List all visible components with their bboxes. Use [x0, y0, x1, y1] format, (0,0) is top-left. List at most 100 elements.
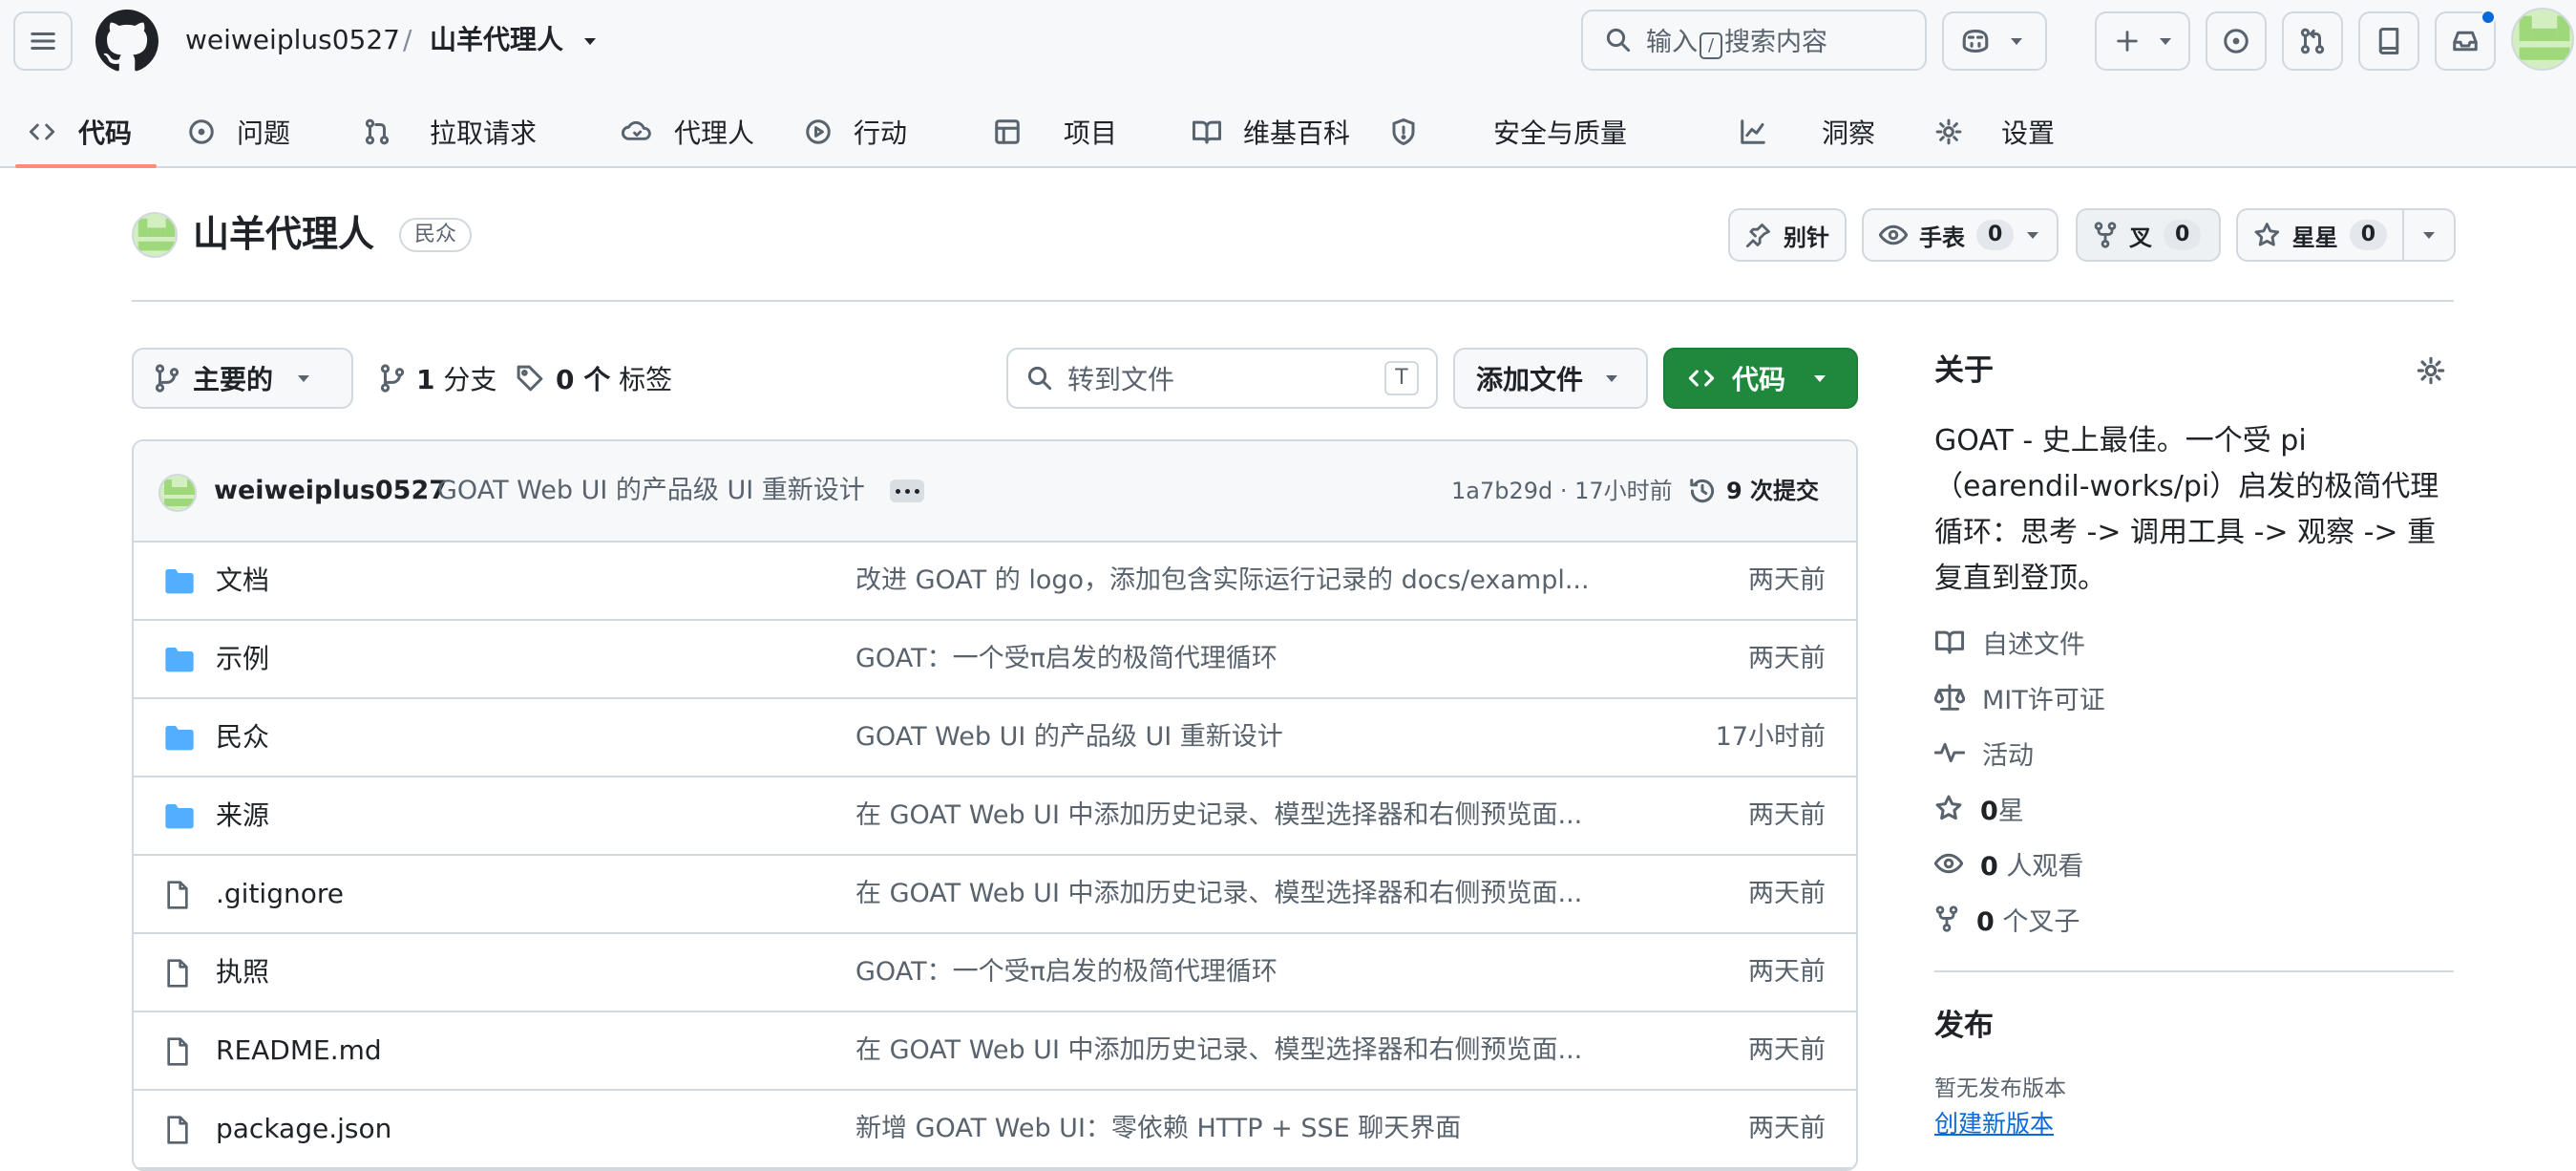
- pin-button[interactable]: 别针: [1728, 208, 1847, 262]
- file-commit-message[interactable]: 新增 GOAT Web UI：零依赖 HTTP + SSE 聊天界面: [855, 1110, 1461, 1148]
- file-name[interactable]: 文档: [216, 562, 269, 600]
- file-icon: [167, 1116, 188, 1144]
- readme-link[interactable]: 自述文件: [1934, 623, 2085, 661]
- tab-security[interactable]: 安全与质量: [1390, 96, 1627, 168]
- goto-file-placeholder: 转到文件: [1067, 364, 1175, 395]
- issues-button[interactable]: [2206, 11, 2267, 71]
- branches-link[interactable]: 1 分支: [380, 348, 496, 409]
- commit-hash-time[interactable]: 1a7b29d · 17小时前: [1451, 472, 1673, 510]
- file-row[interactable]: 民众 GOAT Web UI 的产品级 UI 重新设计 17小时前: [134, 699, 1856, 777]
- copilot-caret-icon: [2011, 38, 2022, 45]
- file-row[interactable]: .gitignore 在 GOAT Web UI 中添加历史记录、模型选择器和右…: [134, 856, 1856, 934]
- tab-agents[interactable]: 代理人: [621, 96, 754, 168]
- identicon-icon: [164, 479, 195, 506]
- file-commit-date: 两天前: [1748, 1035, 1826, 1065]
- code-icon: [1688, 370, 1715, 387]
- git-branch-icon: [380, 364, 405, 393]
- branch-selector[interactable]: 主要的: [132, 348, 353, 409]
- watchers-link[interactable]: 0 人观看: [1934, 844, 2083, 883]
- star-icon: [2254, 223, 2280, 246]
- file-commit-message[interactable]: GOAT Web UI 的产品级 UI 重新设计: [855, 718, 1283, 756]
- identicon-icon: [2519, 15, 2570, 60]
- add-file-button[interactable]: 添加文件: [1453, 348, 1648, 409]
- pull-requests-button[interactable]: [2282, 11, 2343, 71]
- star-button[interactable]: 星星 0: [2236, 208, 2404, 262]
- file-commit-date: 17小时前: [1715, 722, 1826, 752]
- law-icon: [1934, 684, 1965, 711]
- shield-icon: [1392, 118, 1415, 145]
- tags-link[interactable]: 0 个 标签: [516, 348, 672, 409]
- file-name[interactable]: package.json: [216, 1110, 391, 1148]
- file-commit-message[interactable]: 在 GOAT Web UI 中添加历史记录、模型选择器和右侧预览面...: [855, 797, 1582, 835]
- menu-button[interactable]: [13, 11, 73, 71]
- code-button[interactable]: 代码: [1663, 348, 1858, 409]
- about-settings-gear-icon[interactable]: [2416, 355, 2446, 386]
- stars-link[interactable]: 0星: [1934, 789, 2024, 827]
- file-commit-message[interactable]: 在 GOAT Web UI 中添加历史记录、模型选择器和右侧预览面...: [855, 1032, 1582, 1070]
- breadcrumb-owner[interactable]: weiweiplus0527: [185, 21, 400, 59]
- latest-commit-bar: weiweiplus0527 GOAT Web UI 的产品级 UI 重新设计 …: [134, 441, 1856, 543]
- tab-pull-requests[interactable]: 拉取请求: [363, 96, 537, 168]
- code-caret-icon: [1814, 375, 1826, 382]
- file-name[interactable]: .gitignore: [216, 875, 344, 913]
- file-commit-message[interactable]: 改进 GOAT 的 logo，添加包含实际运行记录的 docs/exampl..…: [855, 562, 1590, 600]
- file-name[interactable]: 来源: [216, 797, 269, 835]
- file-name[interactable]: 民众: [216, 718, 269, 756]
- tab-insights[interactable]: 洞察: [1738, 96, 1875, 168]
- tab-actions[interactable]: 行动: [804, 96, 907, 168]
- github-logo-icon[interactable]: [95, 10, 158, 73]
- copilot-button[interactable]: [1942, 11, 2047, 71]
- commit-message[interactable]: GOAT Web UI 的产品级 UI 重新设计: [437, 472, 865, 510]
- releases-heading[interactable]: 发布: [1934, 1005, 1994, 1047]
- create-release-link[interactable]: 创建新版本: [1934, 1108, 2054, 1140]
- tab-settings[interactable]: 设置: [1934, 96, 2055, 168]
- file-commit-message[interactable]: GOAT：一个受π启发的极简代理循环: [855, 953, 1277, 991]
- repo-switch-caret-icon[interactable]: [582, 34, 598, 48]
- commit-author[interactable]: weiweiplus0527: [214, 472, 447, 510]
- commits-history-link[interactable]: 9 次提交: [1688, 472, 1819, 510]
- commit-details-toggle[interactable]: [890, 479, 924, 502]
- table-icon: [995, 119, 1020, 144]
- file-row[interactable]: 执照 GOAT：一个受π启发的极简代理循环 两天前: [134, 934, 1856, 1012]
- fork-button[interactable]: 叉 0: [2076, 208, 2221, 262]
- file-commit-message[interactable]: 在 GOAT Web UI 中添加历史记录、模型选择器和右侧预览面...: [855, 875, 1582, 913]
- forks-link[interactable]: 0 个叉子: [1934, 900, 2080, 938]
- file-name[interactable]: README.md: [216, 1032, 382, 1070]
- file-row[interactable]: 示例 GOAT：一个受π启发的极简代理循环 两天前: [134, 621, 1856, 699]
- tab-wiki[interactable]: 维基百科: [1192, 96, 1350, 168]
- global-header: weiweiplus0527 / 山羊代理人 输入 / 搜索内容 代码 问题 拉…: [0, 0, 2576, 168]
- create-new-button[interactable]: [2095, 11, 2190, 71]
- code-icon: [29, 123, 55, 140]
- file-table: weiweiplus0527 GOAT Web UI 的产品级 UI 重新设计 …: [132, 439, 1858, 1171]
- license-link[interactable]: MIT许可证: [1934, 678, 2105, 716]
- repositories-button[interactable]: [2358, 11, 2419, 71]
- repo-avatar: [132, 212, 178, 258]
- file-name[interactable]: 示例: [216, 640, 269, 678]
- search-icon: [1027, 366, 1052, 391]
- about-heading: 关于: [1934, 353, 1994, 388]
- file-commit-message[interactable]: GOAT：一个受π启发的极简代理循环: [855, 640, 1277, 678]
- agent-icon: [621, 120, 651, 140]
- search-input[interactable]: 输入 / 搜索内容: [1581, 10, 1927, 71]
- activity-link[interactable]: 活动: [1934, 734, 2034, 772]
- file-row[interactable]: README.md 在 GOAT Web UI 中添加历史记录、模型选择器和右侧…: [134, 1012, 1856, 1091]
- commit-author-avatar[interactable]: [158, 474, 197, 512]
- tab-projects[interactable]: 项目: [993, 96, 1117, 168]
- tab-code[interactable]: 代码: [27, 96, 132, 168]
- tag-icon: [517, 365, 543, 392]
- issue-icon: [189, 119, 214, 144]
- file-name[interactable]: 执照: [216, 953, 269, 991]
- star-lists-dropdown[interactable]: [2402, 208, 2456, 262]
- watch-button[interactable]: 手表 0: [1862, 208, 2059, 262]
- tab-issues[interactable]: 问题: [187, 96, 290, 168]
- repo-identicon-icon: [137, 218, 176, 251]
- plus-icon: [2117, 31, 2138, 52]
- file-row[interactable]: 文档 改进 GOAT 的 logo，添加包含实际运行记录的 docs/examp…: [134, 543, 1856, 621]
- folder-icon: [165, 648, 194, 672]
- file-row[interactable]: 来源 在 GOAT Web UI 中添加历史记录、模型选择器和右侧预览面... …: [134, 777, 1856, 856]
- repo-title[interactable]: 山羊代理人: [193, 210, 374, 258]
- goto-file-input[interactable]: 转到文件 T: [1006, 348, 1438, 409]
- user-avatar[interactable]: [2511, 8, 2574, 71]
- file-row[interactable]: package.json 新增 GOAT Web UI：零依赖 HTTP + S…: [134, 1091, 1856, 1169]
- breadcrumb-repo[interactable]: 山羊代理人: [430, 21, 563, 59]
